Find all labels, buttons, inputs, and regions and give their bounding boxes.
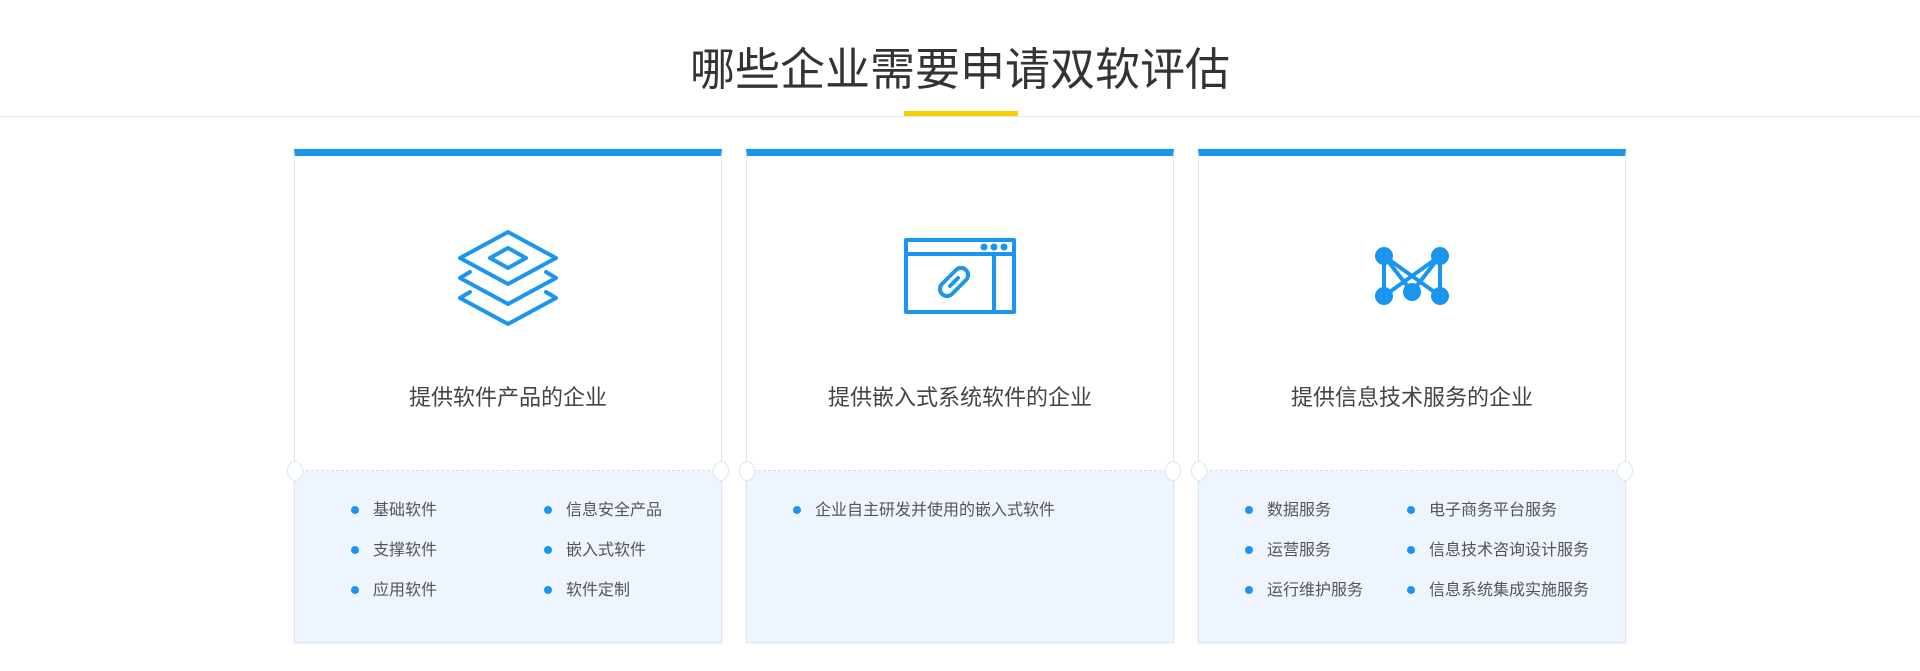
- card-title: 提供软件产品的企业: [408, 386, 607, 411]
- card-embedded-software: 提供嵌入式系统软件的企业 企业自主研发并使用的嵌入式软件: [739, 149, 1181, 643]
- card-divider: [753, 470, 1167, 471]
- bullet-dot: [1245, 546, 1253, 554]
- bullet-dot: [1245, 506, 1253, 514]
- browser-link-icon: [904, 226, 1016, 326]
- section-header: 哪些企业需要申请双软评估: [0, 0, 1920, 117]
- card-notch-left: [287, 461, 303, 481]
- bullet-dot: [1407, 586, 1415, 594]
- list-item: 电子商务平台服务: [1407, 499, 1557, 521]
- list-item: 信息系统集成实施服务: [1407, 579, 1589, 601]
- bullet-dot: [351, 586, 359, 594]
- title-underline: [904, 111, 1018, 116]
- card-software-products: 提供软件产品的企业 基础软件 信息安全产品 支撑软件 嵌入式软件 应用软件 软件…: [287, 149, 729, 643]
- list-item: 信息技术咨询设计服务: [1407, 539, 1589, 561]
- list-item: 企业自主研发并使用的嵌入式软件: [793, 499, 1055, 521]
- bullet-dot: [1407, 546, 1415, 554]
- bullet-dot: [793, 506, 801, 514]
- card-bottom: 企业自主研发并使用的嵌入式软件: [747, 471, 1173, 642]
- list-item: 支撑软件: [351, 539, 437, 561]
- page: 哪些企业需要申请双软评估 提供软件产品的企业 基础软件 信息安全产品 支撑软件 …: [0, 0, 1920, 671]
- list-item: 运营服务: [1245, 539, 1331, 561]
- list-item: 软件定制: [544, 579, 630, 601]
- list-item: 嵌入式软件: [544, 539, 646, 561]
- list-item: 基础软件: [351, 499, 437, 521]
- card-notch-right: [713, 461, 729, 481]
- card-top: 提供软件产品的企业: [295, 156, 721, 470]
- card-it-services: 提供信息技术服务的企业 数据服务 电子商务平台服务 运营服务 信息技术咨询设计服…: [1191, 149, 1633, 643]
- bullet-dot: [351, 506, 359, 514]
- bullet-dot: [544, 546, 552, 554]
- bullet-dot: [544, 586, 552, 594]
- list-item: 数据服务: [1245, 499, 1331, 521]
- card-title: 提供信息技术服务的企业: [1290, 386, 1533, 411]
- list-item: 信息安全产品: [544, 499, 662, 521]
- bullet-dot: [1245, 586, 1253, 594]
- card-bottom: 数据服务 电子商务平台服务 运营服务 信息技术咨询设计服务 运行维护服务 信息系…: [1199, 471, 1625, 642]
- card-divider: [1205, 470, 1619, 471]
- card-top: 提供信息技术服务的企业: [1199, 156, 1625, 470]
- card-title: 提供嵌入式系统软件的企业: [827, 386, 1092, 411]
- bullet-dot: [1407, 506, 1415, 514]
- card-notch-left: [1191, 461, 1207, 481]
- bullet-dot: [544, 506, 552, 514]
- card-notch-left: [739, 461, 755, 481]
- card-notch-right: [1617, 461, 1633, 481]
- card-bottom: 基础软件 信息安全产品 支撑软件 嵌入式软件 应用软件 软件定制: [295, 471, 721, 642]
- list-item: 应用软件: [351, 579, 437, 601]
- card-notch-right: [1165, 461, 1181, 481]
- section-title: 哪些企业需要申请双软评估: [689, 43, 1230, 96]
- card-divider: [301, 470, 715, 471]
- layers-icon: [452, 226, 564, 326]
- network-nodes-icon: [1356, 226, 1468, 326]
- list-item: 运行维护服务: [1245, 579, 1363, 601]
- card-top: 提供嵌入式系统软件的企业: [747, 156, 1173, 470]
- bullet-dot: [351, 546, 359, 554]
